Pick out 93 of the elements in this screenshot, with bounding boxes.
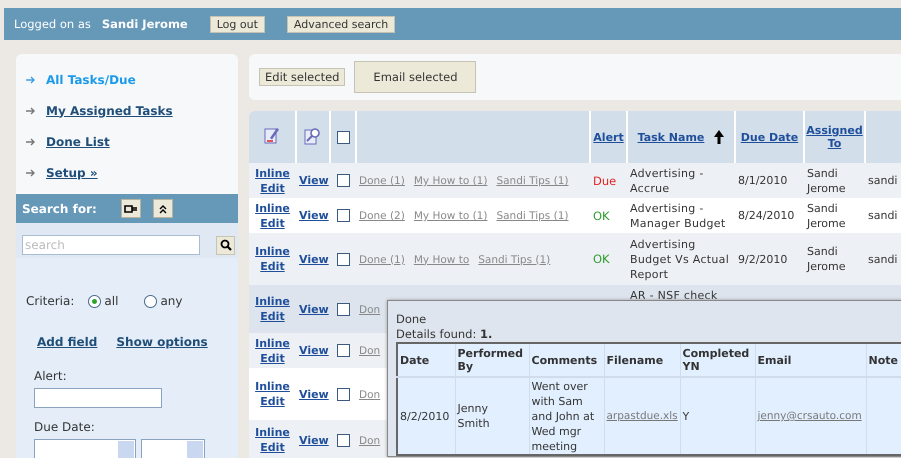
arrow-icon (26, 138, 36, 146)
date-select[interactable] (34, 439, 136, 458)
collapse-icon[interactable] (152, 199, 173, 218)
search-field[interactable]: search (22, 235, 200, 255)
field-label: Alert: (34, 369, 68, 383)
view-link[interactable]: View (299, 252, 329, 266)
inline-edit-link[interactable]: Inline Edit (252, 425, 293, 455)
date-select[interactable] (141, 439, 205, 458)
assigned-to: Sandi Jerome (807, 166, 846, 194)
sidebar-link[interactable]: Show options (116, 335, 208, 349)
row-link[interactable]: Sandi Tips (1) (496, 210, 568, 222)
edit-selected-button[interactable]: Edit selected (259, 68, 346, 86)
column-header: Email (758, 354, 792, 366)
search-for-label: Search for: (22, 202, 97, 216)
search-icon[interactable] (216, 236, 235, 254)
column-header-link[interactable]: Task Name (638, 130, 704, 144)
view-link[interactable]: View (299, 173, 329, 188)
task-name: Advertising Budget Vs Actual Report (630, 238, 730, 280)
view-link[interactable]: View (299, 386, 329, 402)
criteria-label: Criteria: (26, 294, 74, 308)
nav-link[interactable]: My Assigned Tasks (46, 104, 173, 118)
email-selected-button[interactable]: Email selected (354, 61, 476, 93)
arrow-icon (26, 76, 36, 84)
assigned-to: Sandi Jerome (807, 245, 846, 273)
inline-edit-link[interactable]: Inline Edit (252, 166, 293, 196)
file-link[interactable]: arpastdue.xls (606, 410, 678, 422)
header-button[interactable]: Advanced search (286, 16, 396, 32)
row-checkbox[interactable] (336, 302, 350, 316)
inline-edit-link[interactable]: Inline Edit (252, 379, 293, 409)
column-header: Filename (606, 354, 664, 366)
column-header: Completed YN (682, 347, 750, 373)
row-checkbox[interactable] (336, 252, 350, 266)
popup-title: Done (396, 311, 428, 327)
row-checkbox[interactable] (336, 174, 350, 188)
inline-edit-link[interactable]: Inline Edit (252, 294, 293, 324)
view-link[interactable]: View (299, 343, 329, 358)
row-checkbox[interactable] (336, 209, 350, 222)
column-header: Note (868, 354, 898, 366)
details-found-text: Details found: 1. (396, 327, 494, 342)
row-checkbox[interactable] (336, 344, 350, 358)
column-header: Date (400, 354, 430, 366)
plug-icon[interactable] (120, 199, 141, 218)
row-checkbox[interactable] (336, 388, 350, 401)
radio-button[interactable] (88, 294, 102, 308)
alert-status: Due (593, 174, 616, 188)
task-name: AR - NSF check (630, 289, 718, 302)
column-header-link[interactable]: Alert (593, 130, 624, 144)
header-button[interactable]: Log out (210, 16, 265, 32)
table-cell: sandi (868, 174, 898, 187)
email-link[interactable]: jenny@crsauto.com (758, 410, 862, 422)
due-date: 8/1/2010 (738, 174, 788, 187)
alert-status: OK (593, 208, 610, 222)
view-link[interactable]: View (299, 432, 329, 448)
inline-edit-link[interactable]: Inline Edit (252, 200, 293, 230)
row-link[interactable]: Don (359, 388, 380, 400)
sidebar-link[interactable]: Add field (37, 335, 98, 349)
table-cell: Y (682, 410, 690, 422)
nav-link[interactable]: Setup » (46, 166, 98, 180)
select-all-checkbox[interactable] (336, 130, 350, 144)
alert-status: OK (593, 252, 610, 266)
radio-label: any (160, 294, 182, 308)
arrow-icon (26, 168, 36, 176)
search-document-icon[interactable] (304, 126, 322, 144)
table-cell-text: Jenny Smith (458, 401, 491, 431)
view-link[interactable]: View (299, 208, 329, 223)
due-date: 8/24/2010 (738, 209, 794, 222)
due-date: 9/2/2010 (738, 252, 788, 266)
inline-edit-link[interactable]: Inline Edit (252, 244, 293, 274)
logged-on-label: Logged on as (14, 17, 91, 31)
column-header: Performed By (458, 347, 524, 373)
field-label: Due Date: (34, 420, 96, 434)
inline-edit-link[interactable]: Inline Edit (252, 336, 293, 366)
view-link[interactable]: View (299, 302, 329, 316)
arrow-icon (26, 106, 36, 114)
user-name: Sandi Jerome (102, 17, 188, 31)
table-cell: sandi (868, 252, 898, 266)
column-header-link[interactable]: Assigned To (805, 124, 864, 150)
table-cell: Went over with Sam and John at Wed mgr meeting (532, 380, 594, 452)
column-header-link[interactable]: Due Date (740, 130, 798, 144)
task-name: Advertising - Manager Budget (630, 202, 726, 230)
row-link[interactable]: My How to (1) (414, 210, 488, 222)
edit-icon[interactable] (264, 126, 280, 144)
nav-link[interactable]: Done List (46, 134, 110, 148)
radio-button[interactable] (144, 294, 158, 308)
column-header: Comments (532, 354, 598, 366)
row-link[interactable]: Done (2) (359, 210, 405, 222)
table-cell: sandi (868, 209, 898, 222)
task-name: Advertising - Accrue (630, 166, 704, 194)
table-cell: 8/2/2010 (400, 410, 450, 422)
assigned-to: Sandi Jerome (807, 202, 846, 230)
input-field[interactable] (34, 388, 162, 408)
radio-label: all (104, 294, 118, 308)
row-checkbox[interactable] (336, 434, 350, 447)
